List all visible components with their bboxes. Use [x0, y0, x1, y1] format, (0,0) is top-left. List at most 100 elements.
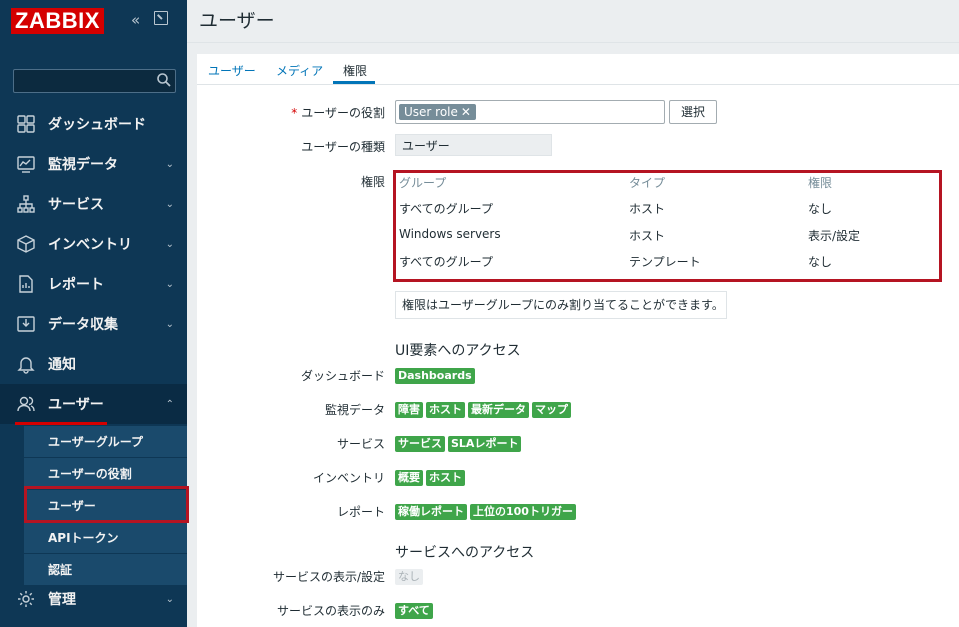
search-input[interactable] [13, 69, 176, 93]
menu-label: ユーザー [48, 397, 104, 413]
submenu-item-user-roles[interactable]: ユーザーの役割 [24, 457, 187, 489]
reports-icon [19, 275, 33, 293]
access-tag: 障害 [395, 402, 423, 418]
form-panel: ユーザー メディア 権限 * ユーザーの役割 User role ✕ 選択 ユーザー… [197, 54, 959, 627]
chevron-down-icon: ⌄ [165, 238, 174, 250]
ui-row-label: レポート [336, 505, 385, 519]
access-tag: マップ [532, 402, 571, 418]
access-tag: ホスト [426, 470, 465, 486]
role-chip-label: User role [404, 105, 458, 119]
type-field-label: ユーザーの種類 [301, 140, 385, 154]
ui-tags-services: サービス SLAレポート [395, 436, 522, 452]
svc-row-label: サービスの表示のみ [276, 604, 385, 618]
menu-item-administration[interactable]: 管理 ⌄ [0, 579, 187, 619]
inventory-icon [17, 235, 35, 253]
submenu-label: ユーザーの役割 [48, 467, 132, 481]
menu-label: インベントリ [48, 237, 132, 253]
ui-row-label: 監視データ [324, 403, 385, 417]
service-access-heading: サービスへのアクセス [395, 545, 535, 561]
remove-chip-icon[interactable]: ✕ [461, 105, 471, 119]
menu-item-monitoring[interactable]: 監視データ ⌄ [0, 144, 187, 184]
active-tab-indicator [333, 81, 375, 84]
access-tag: 上位の100トリガー [470, 504, 576, 520]
page-title: ユーザー [199, 10, 275, 32]
role-chip: User role ✕ [399, 104, 476, 120]
menu-label: ダッシュボード [48, 117, 146, 133]
data-collection-icon [17, 316, 35, 332]
svc-row-label: サービスの表示/設定 [272, 570, 385, 584]
ui-tags-reports: 稼働レポート 上位の100トリガー [395, 504, 576, 520]
role-label-text: ユーザーの役割 [301, 106, 385, 120]
gear-icon [18, 591, 34, 607]
tab-user[interactable]: ユーザー [208, 62, 256, 79]
tab-permissions[interactable]: 権限 [343, 62, 367, 79]
title-divider [187, 42, 959, 43]
main-content: ユーザー ユーザー メディア 権限 * ユーザーの役割 User role ✕ 選択… [187, 0, 959, 627]
submenu-item-api-tokens[interactable]: APIトークン [24, 521, 187, 553]
access-tag: SLAレポート [448, 436, 522, 452]
chevron-down-icon: ⌄ [165, 278, 174, 290]
select-button[interactable]: 選択 [669, 100, 717, 124]
submenu-label: 認証 [48, 563, 73, 577]
kiosk-mode-icon[interactable] [154, 11, 168, 25]
bell-icon [17, 357, 35, 374]
access-tag: 概要 [395, 470, 423, 486]
sidebar: ZABBIX « ダッシュボード 監視データ ⌄ サービス ⌄ インベントリ ⌄… [0, 0, 189, 627]
menu-label: レポート [48, 277, 104, 293]
menu-label: 管理 [48, 592, 76, 608]
access-tag: すべて [395, 603, 433, 619]
access-tag: ホスト [426, 402, 465, 418]
ui-row-label: インベントリ [312, 471, 385, 485]
search-icon[interactable] [156, 72, 172, 88]
ui-row-label: ダッシュボード [300, 369, 385, 383]
chevron-down-icon: ⌄ [165, 318, 174, 330]
chevron-up-icon: ⌃ [165, 398, 174, 410]
role-field-label: * ユーザーの役割 [291, 104, 385, 121]
submenu-label: APIトークン [48, 531, 119, 545]
ui-access-heading: UI要素へのアクセス [395, 343, 521, 359]
menu-label: データ収集 [48, 317, 118, 333]
menu-label: 監視データ [48, 157, 118, 173]
permissions-field-label: 権限 [360, 175, 385, 189]
monitoring-icon [17, 156, 35, 173]
access-tag-disabled: なし [395, 569, 423, 585]
permissions-note: 権限はユーザーグループにのみ割り当てることができます。 [395, 291, 727, 319]
menu-label: サービス [48, 197, 104, 213]
menu-item-users[interactable]: ユーザー ⌃ [0, 384, 187, 424]
menu-item-inventory[interactable]: インベントリ ⌄ [0, 224, 187, 264]
highlight-frame-users [24, 486, 189, 523]
svc-tags-read-write: なし [395, 569, 423, 585]
chevron-down-icon: ⌄ [165, 158, 174, 170]
collapse-sidebar-icon[interactable]: « [131, 12, 140, 28]
user-type-value: ユーザー [395, 134, 552, 156]
menu-item-data-collection[interactable]: データ収集 ⌄ [0, 304, 187, 344]
submenu-item-user-groups[interactable]: ユーザーグループ [24, 425, 187, 457]
menu-item-reports[interactable]: レポート ⌄ [0, 264, 187, 304]
menu-item-alerts[interactable]: 通知 [0, 344, 187, 384]
chevron-down-icon: ⌄ [165, 198, 174, 210]
chevron-down-icon: ⌄ [165, 593, 174, 605]
main-menu: ダッシュボード 監視データ ⌄ サービス ⌄ インベントリ ⌄ レポート ⌄ デ… [0, 104, 187, 424]
required-mark: * [291, 106, 298, 120]
menu-item-dashboard[interactable]: ダッシュボード [0, 104, 187, 144]
dashboard-icon [17, 115, 35, 133]
highlight-frame-permissions [393, 170, 942, 282]
submenu-label: ユーザーグループ [48, 435, 144, 449]
menu-item-services[interactable]: サービス ⌄ [0, 184, 187, 224]
access-tag: サービス [395, 436, 445, 452]
svc-tags-read-only: すべて [395, 603, 433, 619]
ui-tags-dashboard: Dashboards [395, 368, 475, 384]
access-tag: 最新データ [468, 402, 529, 418]
ui-row-label: サービス [336, 437, 385, 451]
tab-bar: ユーザー メディア 権限 [197, 54, 959, 85]
tab-media[interactable]: メディア [276, 62, 323, 79]
ui-tags-monitoring: 障害 ホスト 最新データ マップ [395, 402, 571, 418]
ui-tags-inventory: 概要 ホスト [395, 470, 465, 486]
zabbix-logo[interactable]: ZABBIX [11, 8, 104, 34]
access-tag: Dashboards [395, 368, 475, 384]
users-icon [17, 396, 35, 412]
menu-label: 通知 [48, 357, 76, 373]
services-icon [17, 195, 35, 213]
role-multiselect[interactable]: User role ✕ [395, 100, 665, 124]
access-tag: 稼働レポート [395, 504, 467, 520]
